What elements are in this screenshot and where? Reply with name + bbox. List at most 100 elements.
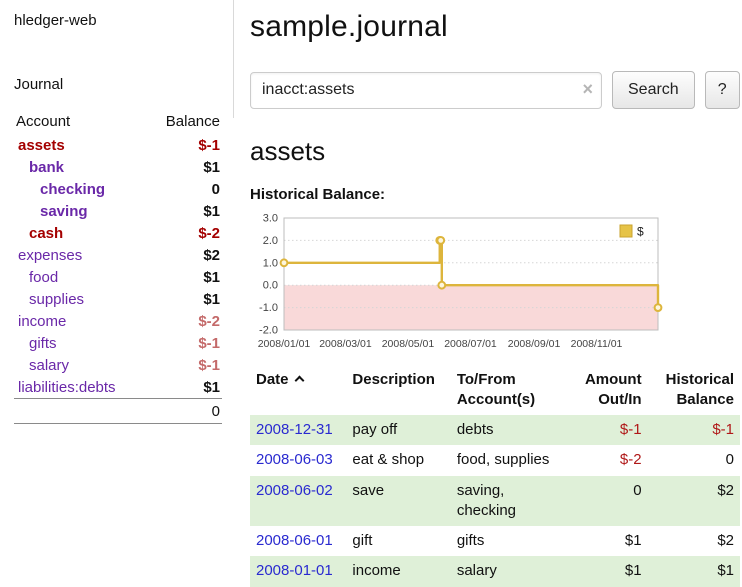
x-tick-label: 2008/03/01 — [319, 338, 372, 350]
transaction-accounts: debts — [451, 415, 569, 445]
account-link-income[interactable]: income — [18, 313, 66, 330]
account-row: gifts $-1 — [14, 332, 222, 354]
y-tick-label: 2.0 — [263, 235, 278, 247]
data-point-marker[interactable] — [281, 259, 288, 266]
sidebar-divider — [233, 0, 234, 118]
search-box: × — [250, 72, 602, 109]
transaction-date-link[interactable]: 2008-06-03 — [256, 451, 333, 468]
account-link-saving[interactable]: saving — [40, 203, 88, 220]
x-tick-label: 2008/05/01 — [382, 338, 435, 350]
transaction-date-link[interactable]: 2008-01-01 — [256, 562, 333, 579]
account-row: assets $-1 — [14, 134, 222, 156]
account-row: checking 0 — [14, 178, 222, 200]
y-tick-label: 1.0 — [263, 257, 278, 269]
transaction-accounts: gifts — [451, 526, 569, 556]
account-balance: $1 — [146, 266, 222, 288]
transaction-date-link[interactable]: 2008-06-01 — [256, 532, 333, 549]
account-balance: $1 — [146, 288, 222, 310]
x-tick-label: 2008/09/01 — [508, 338, 561, 350]
x-tick-label: 2008/11/01 — [571, 338, 623, 350]
y-tick-label: 3.0 — [263, 213, 278, 225]
data-point-marker[interactable] — [438, 282, 445, 289]
transaction-description: save — [346, 476, 450, 527]
column-header-balance: Historical Balance — [648, 368, 740, 415]
column-header-accounts: To/From Account(s) — [451, 368, 569, 415]
transaction-description: pay off — [346, 415, 450, 445]
account-link-food[interactable]: food — [29, 269, 58, 286]
search-input[interactable] — [250, 72, 602, 109]
search-button[interactable]: Search — [612, 71, 695, 109]
data-point-marker[interactable] — [437, 237, 444, 244]
account-link-salary[interactable]: salary — [29, 357, 69, 374]
transaction-row: 2008-06-03 eat & shopfood, supplies$-20 — [250, 445, 740, 475]
transaction-balance: 0 — [648, 445, 740, 475]
transaction-row: 2008-06-01giftgifts$1$2 — [250, 526, 740, 556]
clear-search-icon[interactable]: × — [582, 79, 593, 101]
legend-label: $ — [637, 225, 644, 239]
chart-title: Historical Balance: — [250, 186, 740, 203]
sidebar: hledger-web Journal Account Balance asse… — [0, 0, 234, 587]
balance-chart-svg: 3.02.01.00.0-1.0-2.0$2008/01/012008/03/0… — [250, 212, 664, 356]
transaction-amount: $-2 — [569, 445, 647, 475]
transaction-amount: 0 — [569, 476, 647, 527]
transaction-balance: $2 — [648, 476, 740, 527]
help-button[interactable]: ? — [705, 71, 740, 109]
legend-swatch — [620, 225, 632, 237]
transaction-accounts: food, supplies — [451, 445, 569, 475]
transaction-description: eat & shop — [346, 445, 450, 475]
account-link-gifts[interactable]: gifts — [29, 335, 57, 352]
account-link-supplies[interactable]: supplies — [29, 291, 84, 308]
data-point-marker[interactable] — [655, 304, 662, 311]
account-balance: $1 — [146, 156, 222, 178]
transaction-accounts: saving, checking — [451, 476, 569, 527]
column-header-amount: Amount Out/In — [569, 368, 647, 415]
account-row: cash $-2 — [14, 222, 222, 244]
transaction-amount: $1 — [569, 526, 647, 556]
transaction-amount: $-1 — [569, 415, 647, 445]
transaction-row: 2008-12-31pay offdebts$-1$-1 — [250, 415, 740, 445]
account-row: bank $1 — [14, 156, 222, 178]
transaction-date-link[interactable]: 2008-12-31 — [256, 421, 333, 438]
journal-link[interactable]: Journal — [14, 76, 63, 93]
x-tick-label: 2008/01/01 — [258, 338, 311, 350]
x-tick-label: 2008/07/01 — [444, 338, 497, 350]
accounts-header-account: Account — [14, 110, 146, 134]
account-link-cash[interactable]: cash — [29, 225, 63, 242]
transaction-date-link[interactable]: 2008-06-02 — [256, 482, 333, 499]
account-balance: $1 — [146, 200, 222, 222]
account-balance: $1 — [146, 376, 222, 399]
account-link-assets[interactable]: assets — [18, 137, 65, 154]
account-balance: $-1 — [146, 134, 222, 156]
account-balance: $-2 — [146, 310, 222, 332]
y-tick-label: -1.0 — [259, 302, 278, 314]
app-title-link[interactable]: hledger-web — [14, 12, 97, 29]
account-link-checking[interactable]: checking — [40, 181, 105, 198]
account-row: food $1 — [14, 266, 222, 288]
account-row: liabilities:debts $1 — [14, 376, 222, 399]
column-header-date[interactable]: Date — [250, 368, 346, 415]
balance-chart[interactable]: 3.02.01.00.0-1.0-2.0$2008/01/012008/03/0… — [250, 212, 740, 356]
account-balance: $-1 — [146, 332, 222, 354]
search-row: × Search ? — [250, 71, 740, 109]
transaction-description: gift — [346, 526, 450, 556]
register-header-row: Date Description To/From Account(s) Amou… — [250, 368, 740, 415]
account-balance: 0 — [146, 178, 222, 200]
account-balance: $-2 — [146, 222, 222, 244]
account-heading: assets — [250, 136, 740, 167]
page-title: sample.journal — [250, 10, 740, 44]
account-link-expenses[interactable]: expenses — [18, 247, 82, 264]
account-row: income $-2 — [14, 310, 222, 332]
account-link-liabilities-debts[interactable]: liabilities:debts — [18, 379, 116, 396]
accounts-total-value: 0 — [146, 399, 222, 424]
account-row: expenses$2 — [14, 244, 222, 266]
transaction-balance: $-1 — [648, 415, 740, 445]
main-content: sample.journal × Search ? assets Histori… — [234, 0, 742, 587]
account-row: supplies $1 — [14, 288, 222, 310]
accounts-total-row: 0 — [14, 399, 222, 424]
account-balance: $-1 — [146, 354, 222, 376]
accounts-total-spacer — [14, 399, 146, 424]
register-table: Date Description To/From Account(s) Amou… — [250, 368, 740, 587]
account-link-bank[interactable]: bank — [29, 159, 64, 176]
accounts-header-balance: Balance — [146, 110, 222, 134]
account-row: saving $1 — [14, 200, 222, 222]
